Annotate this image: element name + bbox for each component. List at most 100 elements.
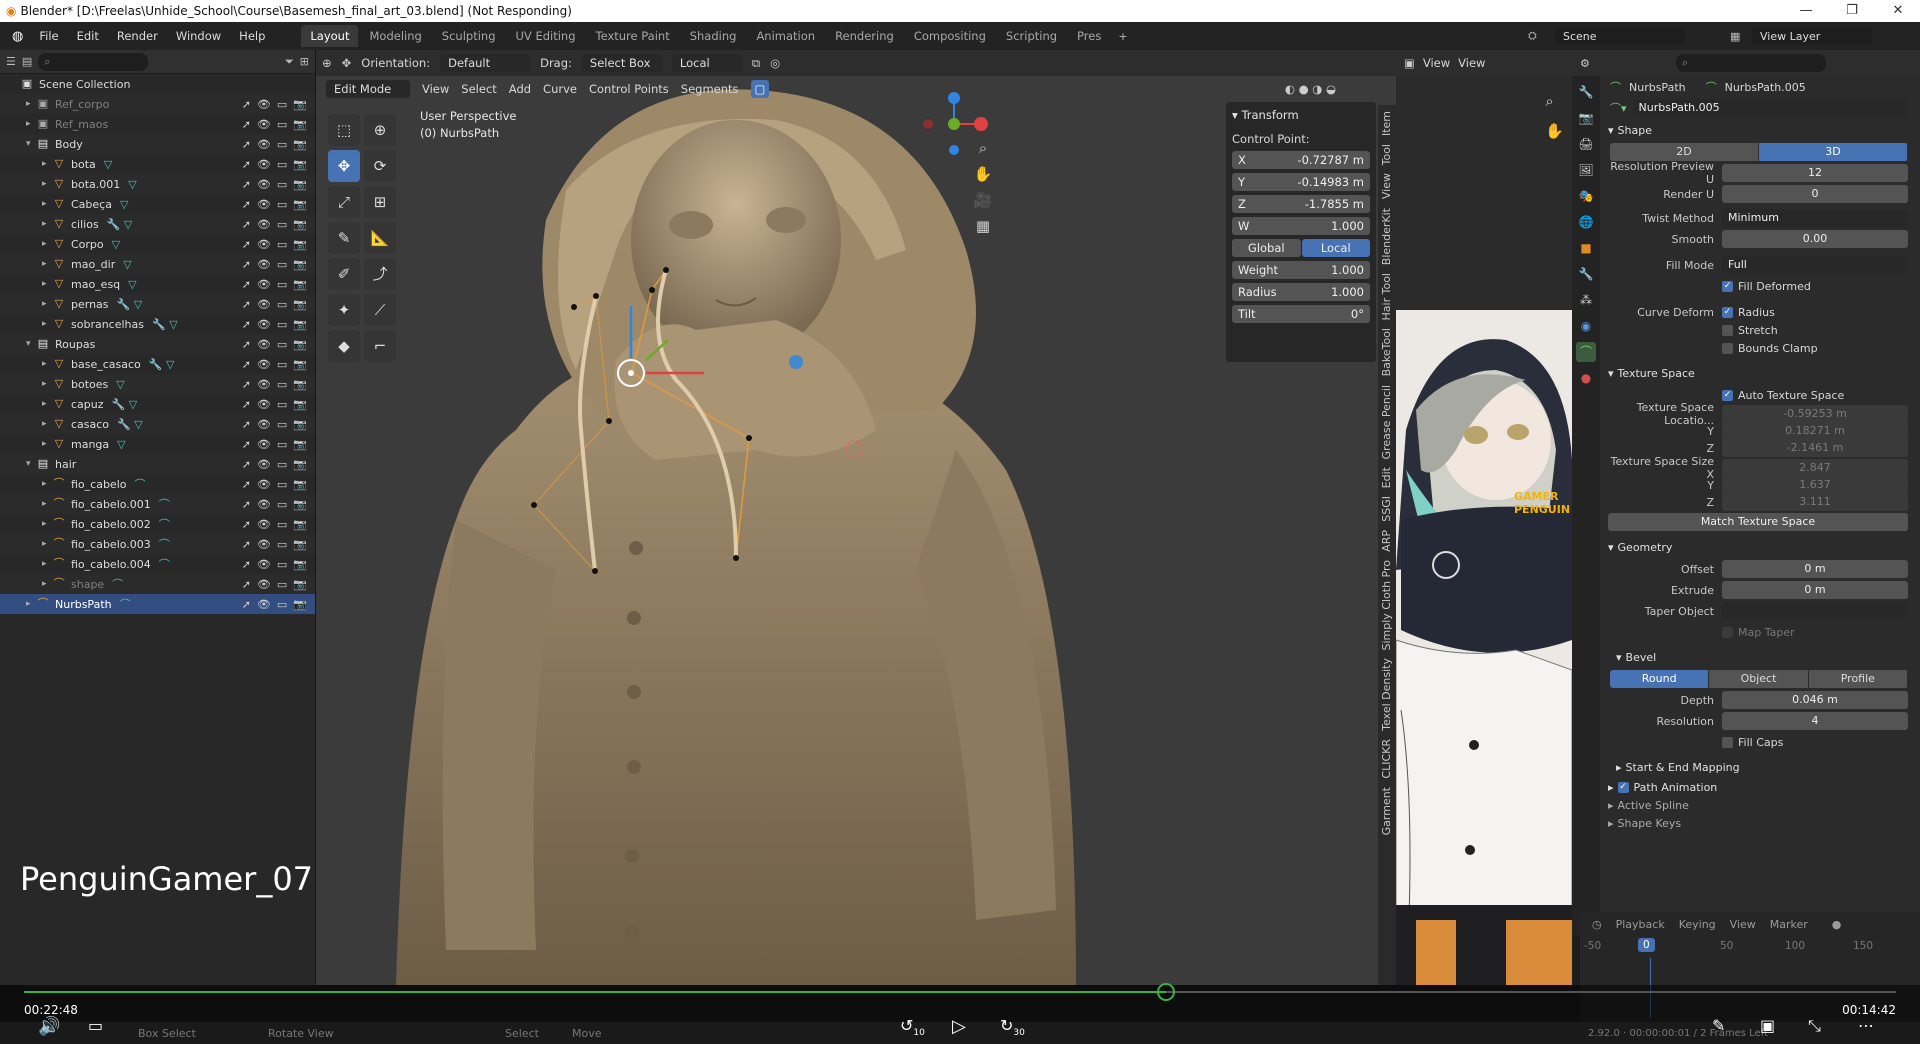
select-arrow-icon[interactable]: ➚: [242, 338, 251, 351]
eye-icon[interactable]: 👁: [257, 238, 271, 251]
nav-gizmo-x[interactable]: [974, 117, 988, 131]
outliner-row[interactable]: ▸ ⌒ fio_cabelo.003 ⌒ ➚ 👁 ▭ 📷: [0, 534, 315, 554]
expand-arrow-icon[interactable]: ▸: [42, 399, 52, 409]
menu-help[interactable]: Help: [231, 26, 273, 46]
image-editor-type-icon[interactable]: ▣: [1404, 56, 1415, 70]
eye-icon[interactable]: 👁: [257, 298, 271, 311]
expand-arrow-icon[interactable]: ▸: [42, 159, 52, 169]
render-camera-icon[interactable]: 📷: [293, 278, 307, 291]
sidebar-tab[interactable]: Texel Density: [1380, 658, 1393, 731]
image-view-menu[interactable]: View: [1423, 56, 1450, 70]
render-camera-icon[interactable]: 📷: [293, 258, 307, 271]
viewport-icon[interactable]: ▭: [277, 278, 287, 291]
path-animation-header[interactable]: ▸ ✓ Path Animation: [1604, 778, 1918, 796]
eye-icon[interactable]: 👁: [257, 118, 271, 131]
tool-tab-icon[interactable]: 🔧: [1576, 82, 1596, 102]
expand-arrow-icon[interactable]: ▸: [42, 199, 52, 209]
keying-menu[interactable]: Keying: [1679, 918, 1716, 931]
twist-method-dropdown[interactable]: Minimum: [1722, 209, 1908, 227]
bevel-resolution-field[interactable]: 4: [1722, 712, 1908, 730]
select-arrow-icon[interactable]: ➚: [242, 418, 251, 431]
outliner-row[interactable]: ▸ ⌒ fio_cabelo ⌒ ➚ 👁 ▭ 📷: [0, 474, 315, 494]
active-spline-header[interactable]: ▸ Active Spline: [1604, 796, 1918, 814]
cursor-tool-icon[interactable]: ⊕: [364, 114, 396, 146]
render-camera-icon[interactable]: 📷: [293, 338, 307, 351]
workspace-tab-uv-editing[interactable]: UV Editing: [507, 25, 585, 47]
outliner-row[interactable]: ▸ ▽ mao_dir ▽ ➚ 👁 ▭ 📷: [0, 254, 315, 274]
modifier-tab-icon[interactable]: 🔧: [1576, 264, 1596, 284]
viewport-icon[interactable]: ▭: [277, 478, 287, 491]
path-animation-checkbox[interactable]: ✓: [1617, 781, 1629, 793]
view-layer-icon[interactable]: ▦: [1730, 30, 1740, 43]
bevel-profile-toggle[interactable]: Profile: [1808, 670, 1908, 688]
rewind-10-icon[interactable]: ↺10: [900, 1016, 925, 1038]
extrude-tool-icon[interactable]: ⤴: [364, 258, 396, 290]
pip-icon[interactable]: ▣: [1760, 1016, 1775, 1035]
outliner-row[interactable]: ▸ ▣ Ref_corpo ➚ 👁 ▭ 📷: [0, 94, 315, 114]
bevel-round-toggle[interactable]: Round: [1610, 670, 1710, 688]
outliner-row[interactable]: ▸ ⌒ fio_cabelo.002 ⌒ ➚ 👁 ▭ 📷: [0, 514, 315, 534]
play-icon[interactable]: ▷: [952, 1016, 966, 1037]
eye-icon[interactable]: 👁: [257, 578, 271, 591]
workspace-tab-modeling[interactable]: Modeling: [360, 25, 430, 47]
viewport-icon[interactable]: ▭: [277, 298, 287, 311]
render-camera-icon[interactable]: 📷: [293, 378, 307, 391]
stretch-checkbox[interactable]: [1722, 324, 1733, 336]
volume-icon[interactable]: 🔊: [38, 1016, 60, 1037]
curve-data-tab-icon[interactable]: ⌒: [1576, 342, 1596, 362]
viewport-icon[interactable]: ▭: [277, 238, 287, 251]
expand-arrow-icon[interactable]: ▸: [42, 219, 52, 229]
render-camera-icon[interactable]: 📷: [293, 438, 307, 451]
select-arrow-icon[interactable]: ➚: [242, 238, 251, 251]
tilt-field[interactable]: Tilt 0°: [1232, 305, 1370, 323]
snap-icon[interactable]: ⧉: [752, 56, 760, 71]
select-arrow-icon[interactable]: ➚: [242, 398, 251, 411]
expand-arrow-icon[interactable]: ▸: [42, 419, 52, 429]
expand-arrow-icon[interactable]: ▸: [42, 519, 52, 529]
sidebar-tab[interactable]: View: [1380, 173, 1393, 199]
menu-select[interactable]: Select: [461, 82, 496, 96]
camera-icon[interactable]: 🎥: [968, 187, 998, 213]
workspace-tab-shading[interactable]: Shading: [681, 25, 746, 47]
eye-icon[interactable]: 👁: [257, 458, 271, 471]
fill-deformed-checkbox[interactable]: ✓: [1722, 280, 1733, 292]
sidebar-tab[interactable]: ARP: [1380, 530, 1393, 552]
render-camera-icon[interactable]: 📷: [293, 478, 307, 491]
timeline-type-icon[interactable]: ◷: [1592, 918, 1602, 931]
expand-arrow-icon[interactable]: ▸: [26, 99, 36, 109]
eye-icon[interactable]: 👁: [257, 138, 271, 151]
playback-menu[interactable]: Playback: [1616, 918, 1665, 931]
eye-icon[interactable]: 👁: [257, 98, 271, 111]
auto-texture-space-checkbox[interactable]: ✓: [1722, 389, 1733, 401]
res-preview-field[interactable]: 12: [1722, 164, 1908, 182]
eye-icon[interactable]: 👁: [257, 318, 271, 331]
select-arrow-icon[interactable]: ➚: [242, 538, 251, 551]
select-arrow-icon[interactable]: ➚: [242, 118, 251, 131]
transform-orientation-icon[interactable]: ✥: [342, 56, 352, 70]
workspace-tab-texture-paint[interactable]: Texture Paint: [587, 25, 679, 47]
render-camera-icon[interactable]: 📷: [293, 598, 307, 611]
annotate-tool-icon[interactable]: ✎: [328, 222, 360, 254]
expand-arrow-icon[interactable]: ▸: [42, 259, 52, 269]
rotate-tool-icon[interactable]: ⟳: [364, 150, 396, 182]
offset-field[interactable]: 0 m: [1722, 560, 1908, 578]
outliner-row[interactable]: ▸ ▽ bota ▽ ➚ 👁 ▭ 📷: [0, 154, 315, 174]
mode-dropdown[interactable]: Edit Mode: [326, 80, 410, 98]
eye-icon[interactable]: 👁: [257, 518, 271, 531]
select-arrow-icon[interactable]: ➚: [242, 198, 251, 211]
expand-arrow-icon[interactable]: ▸: [42, 439, 52, 449]
outliner-row[interactable]: ▸ ▽ sobrancelhas 🔧 ▽ ➚ 👁 ▭ 📷: [0, 314, 315, 334]
sidebar-tab[interactable]: Item: [1380, 111, 1393, 136]
video-progress-knob[interactable]: [1157, 983, 1175, 1001]
outliner-row[interactable]: ▸ ▽ base_casaco 🔧 ▽ ➚ 👁 ▭ 📷: [0, 354, 315, 374]
scene-icon[interactable]: ⛭: [1528, 29, 1537, 43]
mode-2d-toggle[interactable]: 2D: [1610, 143, 1759, 161]
sidebar-tab[interactable]: Simply Cloth Pro: [1380, 560, 1393, 651]
properties-search-input[interactable]: ⌕: [1675, 54, 1826, 72]
select-arrow-icon[interactable]: ➚: [242, 598, 251, 611]
cp-x-field[interactable]: X -0.72787 m: [1232, 151, 1370, 169]
render-camera-icon[interactable]: 📷: [293, 558, 307, 571]
expand-arrow-icon[interactable]: ▸: [42, 539, 52, 549]
outliner-row[interactable]: ▾ ▤ Roupas ➚ 👁 ▭ 📷: [0, 334, 315, 354]
cp-y-field[interactable]: Y -0.14983 m: [1232, 173, 1370, 191]
